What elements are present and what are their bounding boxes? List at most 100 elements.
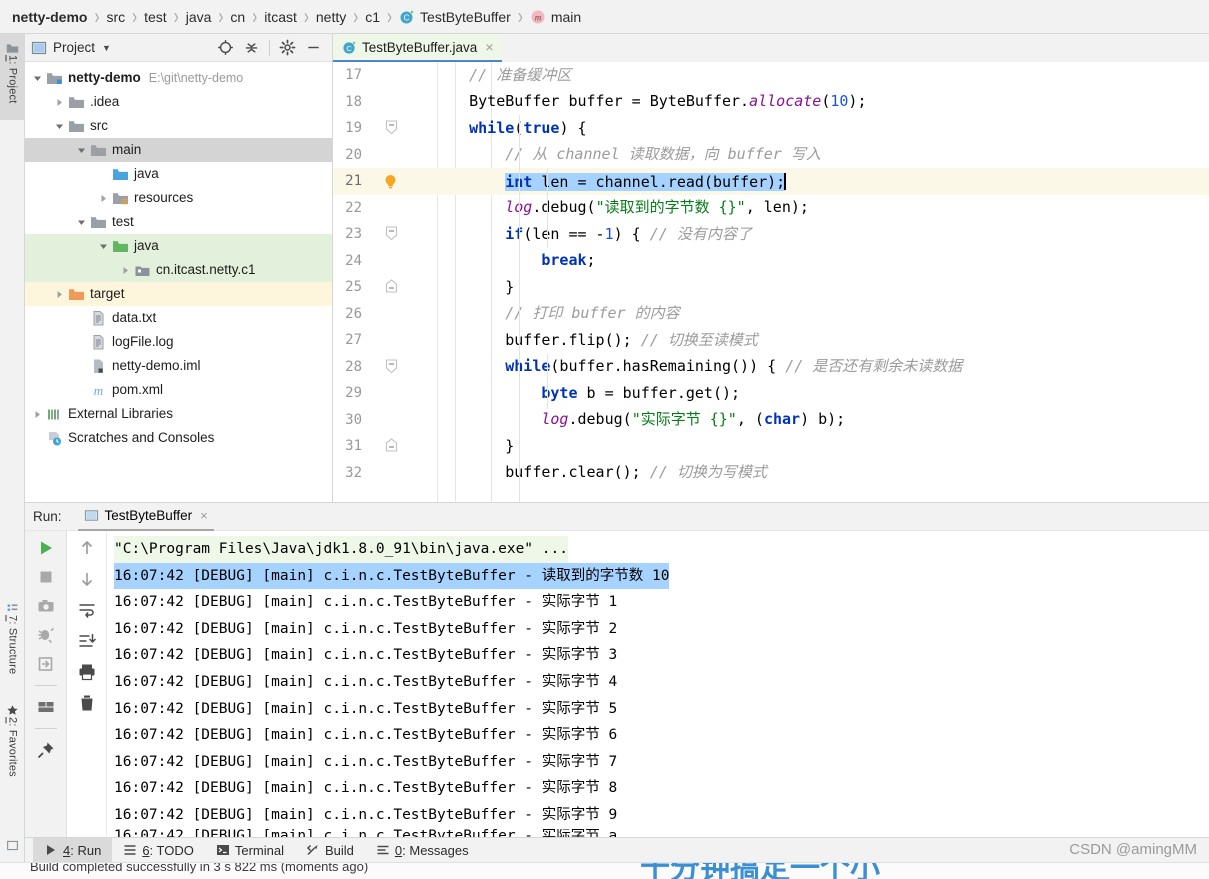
chevron-right-icon[interactable]	[53, 96, 66, 109]
breadcrumb-item-testbytebuffer[interactable]: C TestByteBuffer	[399, 9, 511, 25]
minimize-icon[interactable]	[305, 39, 322, 56]
gutter[interactable]	[371, 221, 419, 248]
status-item-run[interactable]: 4: Run	[33, 837, 113, 863]
trash-icon[interactable]	[77, 693, 97, 713]
breadcrumb-item-itcast[interactable]: itcast	[264, 9, 297, 25]
gutter[interactable]	[371, 460, 419, 487]
code-editor[interactable]: 17 // 准备缓冲区 18 ByteBuffer buffer = ByteBu…	[333, 62, 1209, 502]
fold-start-icon[interactable]	[385, 120, 398, 134]
gutter[interactable]	[371, 327, 419, 354]
code-line[interactable]: 26 // 打印 buffer 的内容	[333, 301, 1209, 328]
status-item-build[interactable]: Build	[295, 838, 365, 863]
stop-icon[interactable]	[36, 567, 56, 587]
tree-node[interactable]: .idea	[25, 90, 332, 114]
sidebar-item-favorites[interactable]: 2: Favorites	[0, 696, 25, 796]
code-line[interactable]: 31 }	[333, 433, 1209, 460]
tree-node[interactable]: m pom.xml	[25, 378, 332, 402]
breadcrumb-item-netty[interactable]: netty	[316, 9, 346, 25]
code-line[interactable]: 21 int len = channel.read(buffer);	[333, 168, 1209, 195]
chevron-down-icon[interactable]	[31, 72, 44, 85]
sidebar-item-structure[interactable]: 7: Structure	[0, 594, 25, 690]
collapse-all-icon[interactable]	[243, 39, 260, 56]
camera-icon[interactable]	[36, 596, 56, 616]
intention-bulb-icon[interactable]	[381, 172, 400, 191]
close-icon[interactable]: ×	[200, 508, 208, 523]
code-line[interactable]: 19 while(true) {	[333, 115, 1209, 142]
gear-icon[interactable]	[279, 39, 296, 56]
gutter[interactable]	[371, 115, 419, 142]
code-line[interactable]: 24 break;	[333, 248, 1209, 275]
chevron-down-icon[interactable]: ▼	[102, 43, 111, 53]
code-line[interactable]: 28 while(buffer.hasRemaining()) { // 是否还…	[333, 354, 1209, 381]
gutter[interactable]	[371, 195, 419, 222]
gutter[interactable]	[371, 407, 419, 434]
code-line[interactable]: 29 byte b = buffer.get();	[333, 380, 1209, 407]
gutter[interactable]	[371, 433, 419, 460]
chevron-right-icon[interactable]	[31, 408, 44, 421]
tree-node[interactable]: netty-demo E:\git\netty-demo	[25, 66, 332, 90]
debug-icon[interactable]	[36, 625, 56, 645]
code-line[interactable]: 20 // 从 channel 读取数据，向 buffer 写入	[333, 142, 1209, 169]
tree-node[interactable]: Scratches and Consoles	[25, 426, 332, 450]
tree-node[interactable]: resources	[25, 186, 332, 210]
console-output[interactable]: "C:\Program Files\Java\jdk1.8.0_91\bin\j…	[107, 531, 1209, 846]
tree-node[interactable]: data.txt	[25, 306, 332, 330]
code-line[interactable]: 27 buffer.flip(); // 切换至读模式	[333, 327, 1209, 354]
code-line[interactable]: 25 }	[333, 274, 1209, 301]
rerun-icon[interactable]	[36, 538, 56, 558]
breadcrumb-item-cn[interactable]: cn	[230, 9, 245, 25]
gutter[interactable]	[371, 168, 419, 195]
layout-icon[interactable]	[36, 697, 56, 717]
fold-start-icon[interactable]	[385, 358, 398, 373]
scroll-to-end-icon[interactable]	[77, 631, 97, 651]
code-line[interactable]: 30 log.debug("实际字节 {}", (char) b);	[333, 407, 1209, 434]
tree-node[interactable]: java	[25, 162, 332, 186]
chevron-right-icon[interactable]	[119, 264, 132, 277]
chevron-down-icon[interactable]	[97, 240, 110, 253]
breadcrumb-item-src[interactable]: src	[106, 9, 125, 25]
print-icon[interactable]	[77, 662, 97, 682]
gutter[interactable]	[371, 274, 419, 301]
bottom-strip-icon[interactable]	[6, 839, 19, 852]
scroll-up-icon[interactable]	[77, 538, 97, 558]
gutter[interactable]	[371, 89, 419, 116]
soft-wrap-icon[interactable]	[77, 600, 97, 620]
scroll-down-icon[interactable]	[77, 569, 97, 589]
sidebar-item-project[interactable]: 1: Project	[0, 34, 25, 120]
run-tab-testbytebuffer[interactable]: TestByteBuffer ×	[77, 503, 214, 531]
tree-node[interactable]: External Libraries	[25, 402, 332, 426]
chevron-down-icon[interactable]	[53, 120, 66, 133]
breadcrumb-item-netty-demo[interactable]: netty-demo	[12, 9, 87, 25]
status-item-terminal[interactable]: Terminal	[205, 838, 295, 863]
close-icon[interactable]: ×	[485, 39, 493, 55]
gutter[interactable]	[371, 380, 419, 407]
chevron-right-icon[interactable]	[97, 192, 110, 205]
tree-node[interactable]: cn.itcast.netty.c1	[25, 258, 332, 282]
breadcrumb-item-java[interactable]: java	[186, 9, 212, 25]
fold-end-icon[interactable]	[385, 279, 398, 293]
status-item-messages[interactable]: 0: Messages	[365, 838, 480, 863]
tree-node[interactable]: java	[25, 234, 332, 258]
editor-tab-testbytebuffer[interactable]: C TestByteBuffer.java ×	[333, 34, 502, 62]
tree-node[interactable]: target	[25, 282, 332, 306]
gutter[interactable]	[371, 354, 419, 381]
gutter[interactable]	[371, 301, 419, 328]
gutter[interactable]	[371, 248, 419, 275]
status-item-todo[interactable]: 6: TODO	[112, 838, 205, 863]
code-line[interactable]: 18 ByteBuffer buffer = ByteBuffer.alloca…	[333, 89, 1209, 116]
chevron-down-icon[interactable]	[75, 144, 88, 157]
code-line[interactable]: 32 buffer.clear(); // 切换为写模式	[333, 460, 1209, 487]
code-line[interactable]: 17 // 准备缓冲区	[333, 62, 1209, 89]
code-line[interactable]: 23 if(len == -1) { // 没有内容了	[333, 221, 1209, 248]
tree-node[interactable]: netty-demo.iml	[25, 354, 332, 378]
gutter[interactable]	[371, 142, 419, 169]
breadcrumb-item-test[interactable]: test	[144, 9, 167, 25]
export-icon[interactable]	[36, 654, 56, 674]
gutter[interactable]	[371, 62, 419, 89]
tree-node[interactable]: src	[25, 114, 332, 138]
pin-icon[interactable]	[36, 740, 56, 760]
fold-start-icon[interactable]	[385, 226, 398, 240]
locate-icon[interactable]	[217, 39, 234, 56]
chevron-right-icon[interactable]	[53, 288, 66, 301]
chevron-down-icon[interactable]	[75, 216, 88, 229]
